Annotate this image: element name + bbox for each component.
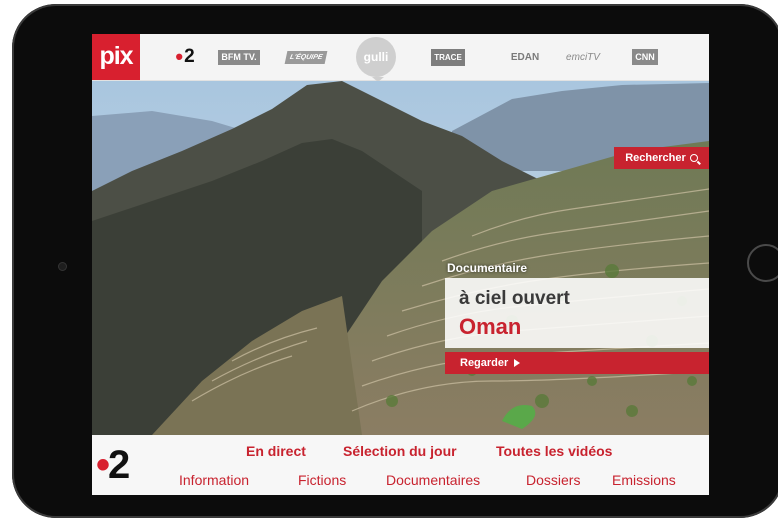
trace-logo: TRACE (431, 48, 465, 66)
nav-live[interactable]: En direct (246, 443, 306, 459)
search-icon (689, 154, 698, 162)
nav-selection[interactable]: Sélection du jour (343, 443, 457, 459)
cnn-logo: CNN (632, 49, 658, 65)
channel-gulli[interactable]: gulli (356, 37, 396, 77)
channel-lequipe[interactable]: L'ÉQUIPE (282, 34, 330, 80)
search-button[interactable]: Rechercher (614, 147, 709, 169)
bottom-navigation: •2 En direct Sélection du jour Toutes le… (92, 435, 709, 495)
channel-emci[interactable]: emciTV (561, 34, 605, 80)
channel-cnn[interactable]: CNN (630, 34, 660, 80)
channel-trace[interactable]: TRACE (428, 34, 468, 80)
france2-brand-logo[interactable]: •2 (96, 443, 130, 487)
play-icon (514, 359, 521, 367)
nav-documentaires[interactable]: Documentaires (386, 472, 480, 488)
watch-label: Regarder (460, 357, 509, 369)
nav-all-videos[interactable]: Toutes les vidéos (496, 443, 612, 459)
emci-logo: emciTV (566, 51, 600, 63)
app-screen: pix • 2 BFM TV. L'ÉQUIPE gulli TRACE EDAN… (92, 34, 709, 495)
nav-dossiers[interactable]: Dossiers (526, 472, 580, 488)
brand-dot: • (96, 443, 110, 487)
channel-bfmtv[interactable]: BFM TV. (218, 34, 260, 80)
pix-logo[interactable]: pix (92, 34, 140, 80)
hero-image (92, 81, 709, 435)
channel-bar: pix • 2 BFM TV. L'ÉQUIPE gulli TRACE EDAN… (92, 34, 709, 82)
channel-france2[interactable]: • 2 (170, 34, 200, 80)
watch-button[interactable]: Regarder (445, 352, 709, 374)
bfmtv-logo: BFM TV. (218, 49, 260, 65)
france2-number: 2 (184, 46, 195, 67)
brand-number: 2 (108, 443, 130, 487)
camera (58, 262, 67, 271)
program-title: Oman (459, 314, 522, 339)
lequipe-logo: L'ÉQUIPE (284, 50, 328, 64)
channel-edan[interactable]: EDAN (501, 34, 549, 80)
gulli-logo: gulli (363, 50, 389, 64)
nav-fictions[interactable]: Fictions (298, 472, 346, 488)
program-subtitle: à ciel ouvert (459, 288, 570, 309)
france2-dot: • (175, 44, 184, 69)
program-genre: Documentaire (447, 261, 528, 275)
hero-banner[interactable]: Rechercher Documentaire à ciel ouvert Om… (92, 81, 709, 435)
program-card[interactable]: à ciel ouvert Oman (445, 278, 709, 348)
search-label: Rechercher (625, 152, 686, 164)
nav-emissions[interactable]: Emissions (612, 472, 676, 488)
nav-information[interactable]: Information (179, 472, 249, 488)
edan-logo: EDAN (510, 51, 540, 63)
home-button[interactable] (747, 244, 778, 282)
